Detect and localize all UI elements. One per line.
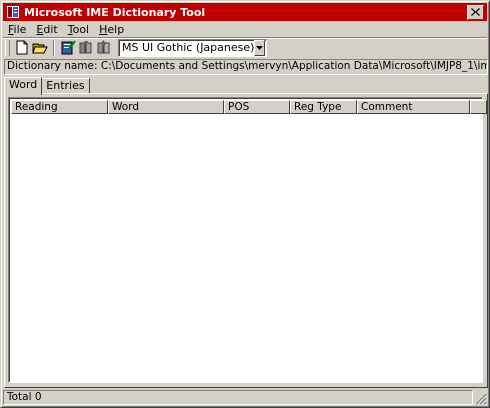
menu-help[interactable]: Help: [94, 23, 129, 36]
import-button[interactable]: [95, 39, 113, 56]
export-button[interactable]: [77, 39, 95, 56]
column-filler: [470, 100, 487, 114]
tab-panel: Reading Word POS Reg Type Comment: [4, 93, 488, 388]
title-bar[interactable]: Microsoft IME Dictionary Tool: [3, 3, 487, 21]
tab-entries[interactable]: Entries: [41, 78, 90, 94]
book-import-icon: [97, 40, 110, 54]
close-button[interactable]: [467, 4, 484, 20]
column-pos[interactable]: POS: [224, 100, 290, 114]
menu-edit[interactable]: Edit: [31, 23, 62, 36]
column-reading[interactable]: Reading: [11, 100, 108, 114]
register-word-icon: [61, 40, 76, 55]
resize-grip-icon[interactable]: [473, 391, 487, 405]
close-icon: [471, 8, 480, 16]
new-button[interactable]: [13, 39, 31, 56]
font-select[interactable]: MS UI Gothic (Japanese): [118, 38, 267, 57]
dictionary-name-bar: Dictionary name: C:\Documents and Settin…: [4, 59, 488, 75]
toolbar: MS UI Gothic (Japanese): [3, 38, 487, 57]
main-window: Microsoft IME Dictionary Tool File Edit …: [0, 0, 490, 408]
window-title: Microsoft IME Dictionary Tool: [24, 5, 206, 19]
font-select-value: MS UI Gothic (Japanese): [122, 41, 255, 54]
status-bar: Total 0: [3, 390, 487, 405]
toolbar-grip[interactable]: [5, 39, 10, 56]
menu-file[interactable]: File: [3, 23, 31, 36]
font-select-dropdown-button[interactable]: [254, 39, 265, 56]
column-reg-type[interactable]: Reg Type: [290, 100, 357, 114]
dictionary-path: C:\Documents and Settings\mervyn\Applica…: [100, 60, 488, 72]
toolbar-separator: [53, 39, 55, 56]
list-header: Reading Word POS Reg Type Comment: [11, 100, 487, 114]
tab-word[interactable]: Word: [4, 77, 43, 95]
tab-strip: Word Entries: [4, 77, 90, 95]
menu-tool[interactable]: Tool: [63, 23, 94, 36]
status-text: Total 0: [3, 390, 473, 405]
book-icon: [79, 41, 92, 54]
column-comment[interactable]: Comment: [357, 100, 470, 114]
open-folder-icon: [32, 43, 48, 53]
register-word-button[interactable]: [59, 39, 77, 56]
open-button[interactable]: [31, 39, 49, 56]
new-document-icon: [16, 40, 28, 55]
word-list[interactable]: Reading Word POS Reg Type Comment: [8, 97, 487, 383]
column-word[interactable]: Word: [108, 100, 224, 114]
dictionary-app-icon: [7, 6, 19, 18]
menu-bar: File Edit Tool Help: [3, 22, 487, 37]
dictionary-name-label: Dictionary name:: [7, 60, 98, 72]
chevron-down-icon: [256, 45, 264, 50]
